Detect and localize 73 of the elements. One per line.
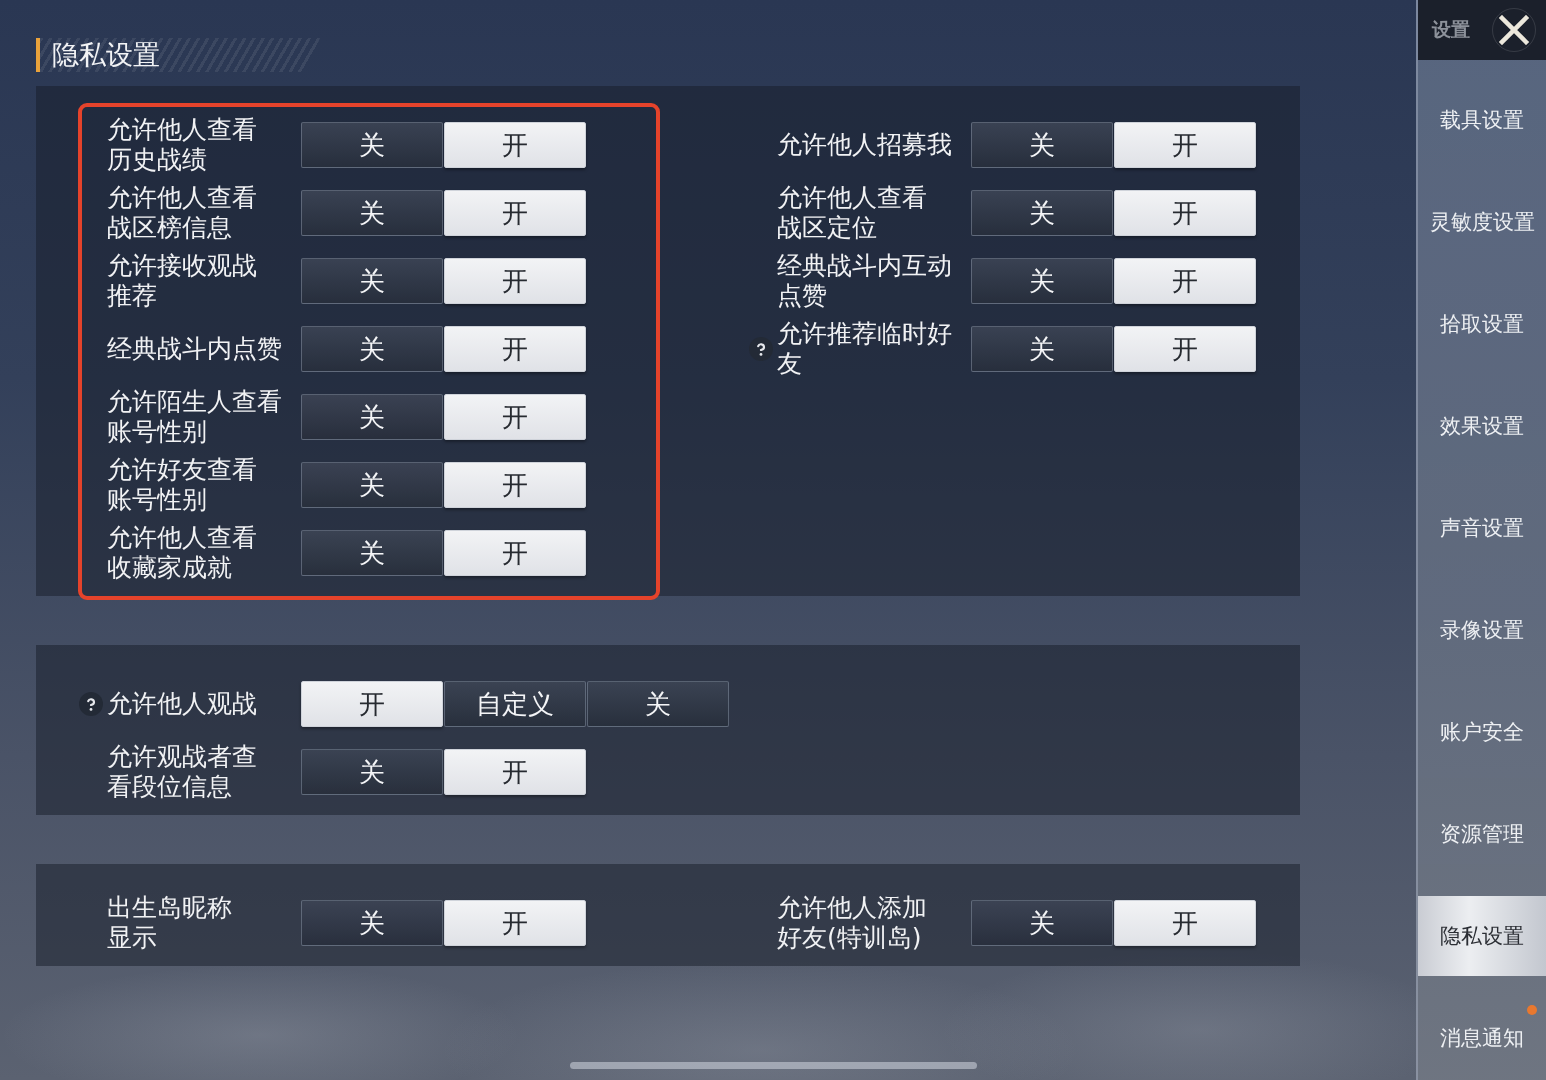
sidebar-item[interactable]: 灵敏度设置 [1418, 182, 1546, 262]
toggle-option[interactable]: 关 [301, 326, 443, 372]
sidebar-item[interactable]: 资源管理 [1418, 794, 1546, 874]
toggle-option[interactable]: 开 [301, 681, 443, 727]
setting-label: 友 [777, 349, 802, 379]
toggle-option[interactable]: 关 [301, 462, 443, 508]
toggle-option[interactable]: 开 [444, 530, 586, 576]
toggle-option[interactable]: 开 [1114, 122, 1256, 168]
toggle-option[interactable]: 开 [1114, 326, 1256, 372]
setting-label: 经典战斗内互动 [777, 251, 952, 281]
sidebar-item[interactable]: 拾取设置 [1418, 284, 1546, 364]
toggle-option[interactable]: 关 [301, 530, 443, 576]
sidebar-item[interactable]: 声音设置 [1418, 488, 1546, 568]
toggle-option[interactable]: 开 [444, 462, 586, 508]
sidebar-item[interactable]: 效果设置 [1418, 386, 1546, 466]
setting-label: 账号性别 [107, 485, 207, 515]
toggle-option[interactable]: 关 [971, 258, 1113, 304]
setting-label: 战区榜信息 [107, 213, 232, 243]
toggle-option[interactable]: 开 [1114, 258, 1256, 304]
setting-label: 允许好友查看 [107, 455, 257, 485]
help-icon[interactable] [79, 692, 103, 716]
setting-label: 好友(特训岛) [777, 923, 922, 953]
toggle-option[interactable]: 开 [444, 900, 586, 946]
toggle-option[interactable]: 关 [971, 900, 1113, 946]
toggle-option[interactable]: 关 [301, 190, 443, 236]
sidebar-title: 设置 [1432, 17, 1470, 42]
setting-label: 账号性别 [107, 417, 207, 447]
sidebar-item[interactable]: 消息通知 [1418, 998, 1546, 1078]
toggle-option[interactable]: 开 [1114, 190, 1256, 236]
setting-label: 允许他人查看 [777, 183, 927, 213]
toggle-option[interactable]: 开 [444, 258, 586, 304]
page-title: 隐私设置 [36, 38, 320, 72]
setting-label: 战区定位 [777, 213, 877, 243]
sidebar-item[interactable]: 载具设置 [1418, 80, 1546, 160]
sidebar-item[interactable]: 录像设置 [1418, 590, 1546, 670]
toggle-option[interactable]: 关 [301, 394, 443, 440]
toggle-option[interactable]: 关 [971, 326, 1113, 372]
toggle-option[interactable]: 关 [301, 258, 443, 304]
toggle-option[interactable]: 关 [301, 900, 443, 946]
setting-label: 允许他人招募我 [777, 130, 952, 160]
setting-label: 允许陌生人查看 [107, 387, 282, 417]
sidebar-item[interactable]: 账户安全 [1418, 692, 1546, 772]
setting-label: 看段位信息 [107, 772, 232, 802]
setting-label: 出生岛昵称 [107, 893, 232, 923]
setting-label: 推荐 [107, 281, 157, 311]
toggle-option[interactable]: 关 [301, 122, 443, 168]
toggle-option[interactable]: 关 [971, 122, 1113, 168]
toggle-option[interactable]: 开 [1114, 900, 1256, 946]
toggle-option[interactable]: 关 [971, 190, 1113, 236]
setting-label: 点赞 [777, 281, 827, 311]
toggle-option[interactable]: 关 [587, 681, 729, 727]
setting-label: 允许他人观战 [107, 689, 257, 719]
setting-label: 经典战斗内点赞 [107, 334, 282, 364]
toggle-option[interactable]: 关 [301, 749, 443, 795]
setting-label: 允许他人查看 [107, 523, 257, 553]
setting-label: 允许他人添加 [777, 893, 927, 923]
toggle-option[interactable]: 开 [444, 326, 586, 372]
setting-label: 允许接收观战 [107, 251, 257, 281]
setting-label: 历史战绩 [107, 145, 207, 175]
setting-label: 允许观战者查 [107, 742, 257, 772]
toggle-option[interactable]: 自定义 [444, 681, 586, 727]
toggle-option[interactable]: 开 [444, 749, 586, 795]
help-icon[interactable] [749, 337, 773, 361]
toggle-option[interactable]: 开 [444, 190, 586, 236]
toggle-option[interactable]: 开 [444, 394, 586, 440]
setting-label: 允许他人查看 [107, 183, 257, 213]
setting-label: 收藏家成就 [107, 553, 232, 583]
sidebar-item[interactable]: 隐私设置 [1418, 896, 1546, 976]
setting-label: 允许推荐临时好 [777, 319, 952, 349]
setting-label: 允许他人查看 [107, 115, 257, 145]
setting-label: 显示 [107, 923, 157, 953]
close-icon [1499, 15, 1529, 45]
toggle-option[interactable]: 开 [444, 122, 586, 168]
